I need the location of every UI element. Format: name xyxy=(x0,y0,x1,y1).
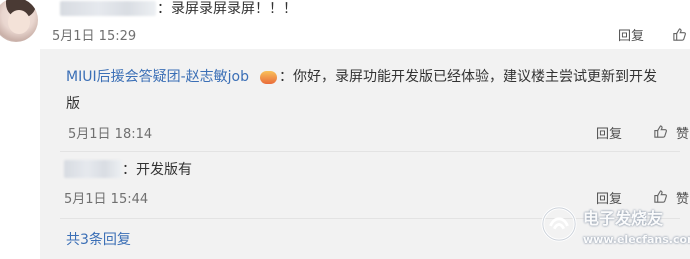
reply-reply-button[interactable]: 回复 xyxy=(596,123,622,142)
reply-2-reply-button[interactable]: 回复 xyxy=(596,188,622,207)
total-replies-link[interactable]: 共3条回复 xyxy=(66,230,131,250)
watermark-url: www.elecfans.com xyxy=(583,233,690,246)
comment-date: 5月1日 15:29 xyxy=(52,29,137,44)
reply-2-like-label[interactable]: 赞 xyxy=(676,188,689,207)
reply-2-thumbs-up-icon[interactable] xyxy=(653,189,668,204)
reply-thumbs-up-icon[interactable] xyxy=(653,124,668,139)
comment-thumbs-up-icon[interactable] xyxy=(672,27,687,42)
watermark-title: 电子发烧友 xyxy=(583,209,664,228)
reply-username-link[interactable]: MIUI后援会答疑团-赵志敏job xyxy=(66,67,249,87)
reply-date: 5月1日 18:14 xyxy=(68,127,153,142)
comment-text: ：录屏录屏录屏！！！ xyxy=(157,1,297,17)
reply-2-date: 5月1日 15:44 xyxy=(64,192,149,207)
reply-text-line-1: ：你好，录屏功能开发版已经体验，建议楼主尝试更新到开发 xyxy=(279,69,657,85)
comment-reply-button[interactable]: 回复 xyxy=(618,25,644,44)
avatar-face xyxy=(8,10,30,34)
blurred-username xyxy=(60,1,156,16)
vip-badge-icon xyxy=(260,71,277,84)
blurred-username-2 xyxy=(64,160,122,178)
reply-text-line-2: 版 xyxy=(66,96,80,112)
reply-like-label[interactable]: 赞 xyxy=(676,123,689,142)
divider xyxy=(60,151,680,152)
reply-2-text: ：开发版有 xyxy=(122,162,192,178)
elecfans-logo-icon xyxy=(541,206,577,242)
avatar[interactable] xyxy=(0,0,38,42)
